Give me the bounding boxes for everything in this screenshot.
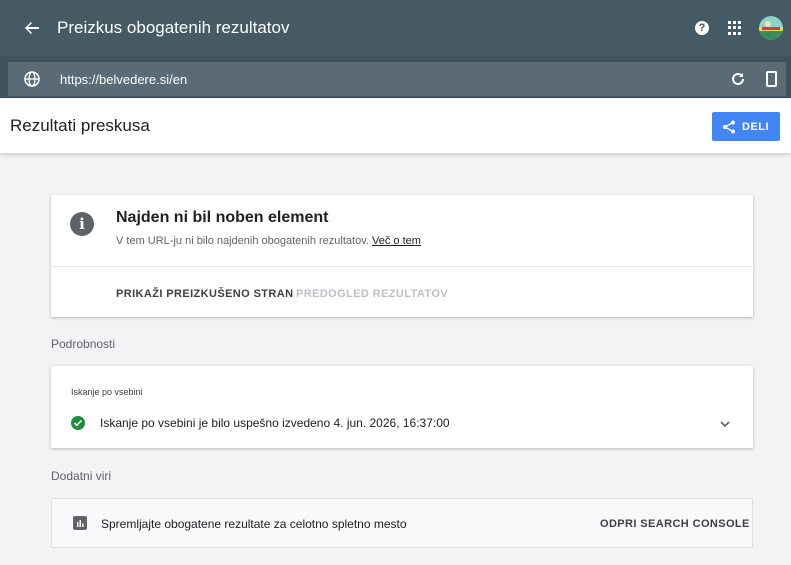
result-card: i Najden ni bil noben element V tem URL-… xyxy=(51,195,753,317)
share-button[interactable]: DELI xyxy=(712,112,780,141)
url-bar: https://belvedere.si/en xyxy=(0,56,791,98)
crawl-details-card[interactable]: Iskanje po vsebini Iskanje po vsebini je… xyxy=(51,366,753,448)
resources-text: Spremljajte obogatene rezultate za celot… xyxy=(101,517,407,531)
apps-grid-icon[interactable] xyxy=(728,21,742,35)
result-subtitle: V tem URL-ju ni bilo najdenih obogatenih… xyxy=(116,235,421,247)
divider xyxy=(51,266,753,267)
arrow-back-icon[interactable] xyxy=(22,18,42,38)
refresh-icon[interactable] xyxy=(730,71,746,87)
check-circle-icon xyxy=(71,416,85,430)
view-tested-page-button[interactable]: PRIKAŽI PREIZKUŠENO STRAN xyxy=(116,288,293,300)
open-search-console-button[interactable]: ODPRI SEARCH CONSOLE xyxy=(600,518,750,530)
preview-results-button[interactable]: PREDOGLED REZULTATOV xyxy=(296,288,448,300)
page-title: Rezultati preskusa xyxy=(10,116,150,135)
url-text[interactable]: https://belvedere.si/en xyxy=(60,72,187,87)
crawl-label: Iskanje po vsebini xyxy=(71,387,143,397)
result-title: Najden ni bil noben element xyxy=(116,209,329,226)
resources-card: Spremljajte obogatene rezultate za celot… xyxy=(51,498,753,548)
share-label: DELI xyxy=(742,120,770,133)
bar-chart-icon xyxy=(73,516,87,530)
resources-section-label: Dodatni viri xyxy=(51,469,112,483)
globe-icon xyxy=(24,71,40,87)
help-icon[interactable]: ? xyxy=(695,21,709,35)
info-icon: i xyxy=(70,212,94,236)
avatar-icon[interactable] xyxy=(759,16,783,40)
share-icon xyxy=(723,120,735,133)
crawl-status-text: Iskanje po vsebini je bilo uspešno izved… xyxy=(100,416,450,430)
app-bar: Preizkus obogatenih rezultatov ? xyxy=(0,0,791,56)
smartphone-icon[interactable] xyxy=(766,71,777,87)
results-header: Rezultati preskusa DELI xyxy=(0,99,791,153)
learn-more-link[interactable]: Več o tem xyxy=(372,235,421,247)
result-subtitle-text: V tem URL-ju ni bilo najdenih obogatenih… xyxy=(116,235,369,247)
chevron-down-icon[interactable] xyxy=(719,417,731,429)
app-title: Preizkus obogatenih rezultatov xyxy=(57,18,290,37)
details-section-label: Podrobnosti xyxy=(51,337,116,351)
